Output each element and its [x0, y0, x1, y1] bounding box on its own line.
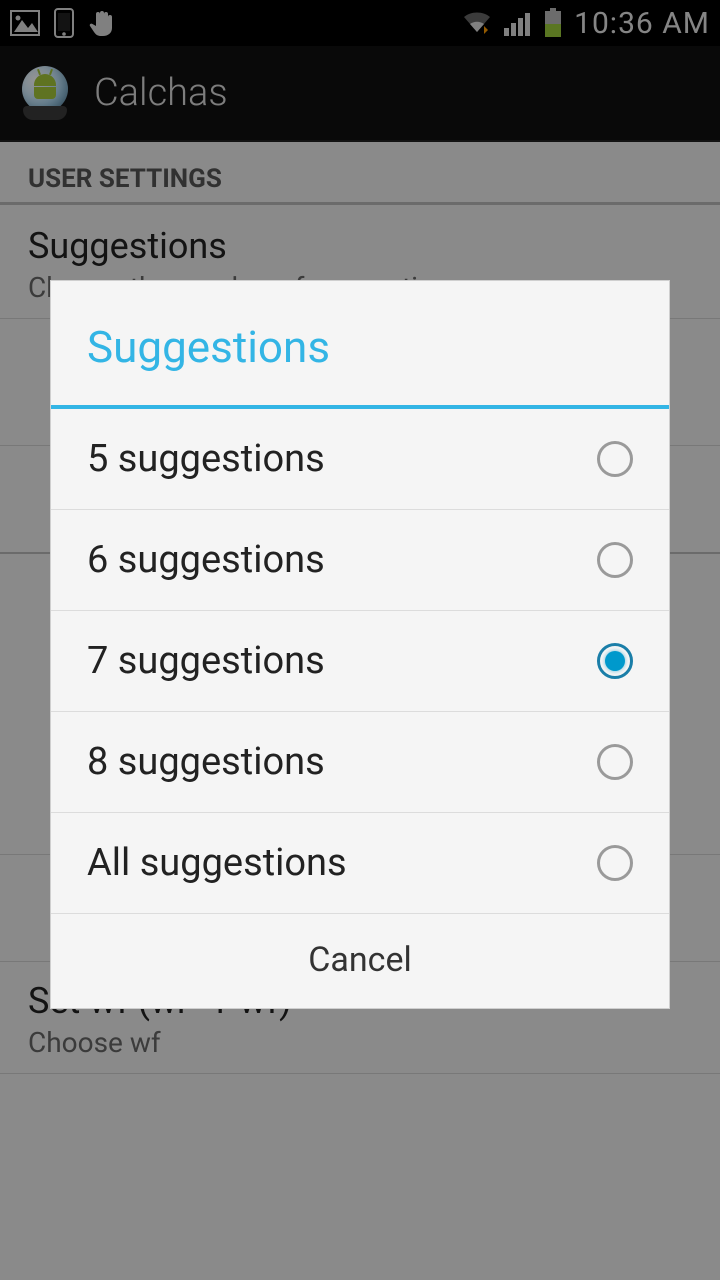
cancel-button[interactable]: Cancel: [51, 914, 669, 1008]
radio-icon: [597, 744, 633, 780]
option-8-suggestions[interactable]: 8 suggestions: [51, 712, 669, 813]
option-label: 6 suggestions: [87, 538, 325, 582]
option-5-suggestions[interactable]: 5 suggestions: [51, 409, 669, 510]
option-label: 8 suggestions: [87, 740, 325, 784]
option-label: 5 suggestions: [87, 437, 325, 481]
suggestions-dialog: Suggestions 5 suggestions 6 suggestions …: [50, 280, 670, 1009]
option-list: 5 suggestions 6 suggestions 7 suggestion…: [51, 409, 669, 914]
radio-icon: [597, 845, 633, 881]
option-6-suggestions[interactable]: 6 suggestions: [51, 510, 669, 611]
dialog-title: Suggestions: [51, 281, 669, 405]
option-label: All suggestions: [87, 841, 347, 885]
option-all-suggestions[interactable]: All suggestions: [51, 813, 669, 914]
option-7-suggestions[interactable]: 7 suggestions: [51, 611, 669, 712]
radio-icon: [597, 643, 633, 679]
radio-icon: [597, 542, 633, 578]
radio-icon: [597, 441, 633, 477]
option-label: 7 suggestions: [87, 639, 325, 683]
